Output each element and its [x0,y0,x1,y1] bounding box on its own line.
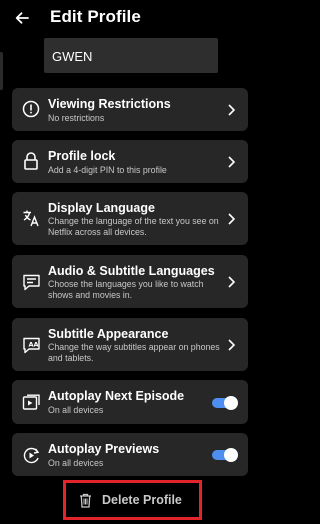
warning-circle-icon [21,99,41,119]
trash-icon [79,493,92,508]
setting-label: Subtitle Appearance [48,327,169,341]
audio-subtitle-languages-row[interactable]: Audio & Subtitle Languages Choose the la… [12,255,248,308]
chevron-right-icon [226,155,236,169]
setting-subtext: On all devices [48,405,104,415]
delete-profile-button[interactable]: Delete Profile [79,490,189,510]
back-arrow-icon[interactable] [12,9,32,27]
svg-text:AA: AA [28,340,38,348]
autoplay-previews-toggle[interactable] [212,448,238,462]
subtitles-icon [21,272,41,292]
chevron-right-icon [226,212,236,226]
viewing-restrictions-row[interactable]: Viewing Restrictions No restrictions [12,88,248,131]
subtitle-appearance-icon: AA [21,335,41,355]
setting-label: Autoplay Next Episode [48,389,185,403]
setting-subtext: Choose the languages you like to watch s… [48,279,204,300]
toggle-knob [224,396,238,410]
edge-scroll-handle [0,52,3,90]
autoplay-next-icon [21,392,41,412]
delete-profile-highlight: Delete Profile [63,480,202,520]
page-title: Edit Profile [50,7,141,26]
setting-subtext: Change the way subtitles appear on phone… [48,342,220,363]
setting-subtext: Change the language of the text you see … [48,216,219,237]
setting-label: Viewing Restrictions [48,97,171,111]
setting-label: Profile lock [48,149,116,163]
autoplay-previews-icon [21,445,41,465]
toggle-knob [224,448,238,462]
lock-icon [21,151,41,171]
autoplay-next-episode-toggle[interactable] [212,396,238,410]
chevron-right-icon [226,103,236,117]
chevron-right-icon [226,338,236,352]
setting-label: Autoplay Previews [48,442,160,456]
subtitle-appearance-row[interactable]: AA Subtitle Appearance Change the way su… [12,318,248,371]
translate-icon [21,208,41,228]
profile-lock-row[interactable]: Profile lock Add a 4-digit PIN to this p… [12,140,248,183]
autoplay-previews-row: Autoplay Previews On all devices [12,433,248,476]
setting-label: Display Language [48,201,155,215]
profile-name-input[interactable]: GWEN [44,38,218,73]
header: Edit Profile [0,0,262,36]
setting-label: Audio & Subtitle Languages [48,264,215,278]
setting-subtext: Add a 4-digit PIN to this profile [48,165,167,175]
delete-profile-label: Delete Profile [102,493,182,507]
setting-subtext: On all devices [48,458,104,468]
chevron-right-icon [226,275,236,289]
display-language-row[interactable]: Display Language Change the language of … [12,192,248,245]
setting-subtext: No restrictions [48,113,105,123]
autoplay-next-episode-row: Autoplay Next Episode On all devices [12,380,248,424]
